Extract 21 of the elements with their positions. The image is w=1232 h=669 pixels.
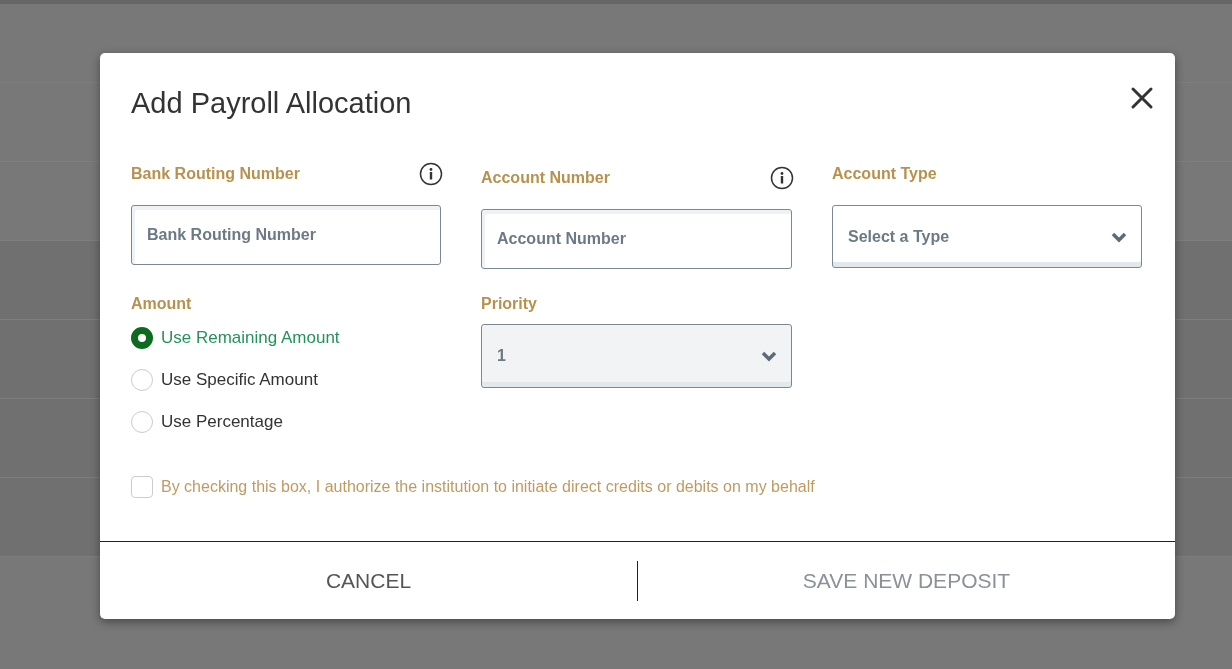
radio-option[interactable]: Use Remaining Amount bbox=[131, 327, 441, 349]
info-icon[interactable] bbox=[770, 166, 794, 190]
cancel-button[interactable]: CANCEL bbox=[100, 542, 637, 619]
radio-option[interactable]: Use Percentage bbox=[131, 411, 441, 433]
authorization-checkbox[interactable]: By checking this box, I authorize the institution to initiate direct credits or debits on my behalf bbox=[131, 476, 1142, 498]
radio-option[interactable]: Use Specific Amount bbox=[131, 369, 441, 391]
dialog-title: Add Payroll Allocation bbox=[131, 86, 412, 120]
field-label: Amount bbox=[131, 294, 193, 314]
chevron-down-icon bbox=[761, 350, 777, 362]
input-field[interactable]: Bank Routing Number bbox=[131, 205, 441, 265]
priority-dropdown[interactable]: 1 bbox=[481, 324, 792, 388]
field-label: Account Type bbox=[832, 165, 937, 183]
close-button[interactable] bbox=[1130, 86, 1154, 110]
field-label: Account Number bbox=[481, 169, 610, 187]
type-dropdown[interactable]: Select a Type bbox=[832, 205, 1142, 268]
info-icon[interactable] bbox=[419, 162, 443, 186]
field-label: Bank Routing Number bbox=[131, 165, 300, 183]
chevron-down-icon bbox=[1111, 230, 1127, 243]
field-label: Priority bbox=[481, 294, 538, 314]
input-field[interactable]: Account Number bbox=[481, 209, 792, 269]
close-icon bbox=[1130, 86, 1154, 110]
